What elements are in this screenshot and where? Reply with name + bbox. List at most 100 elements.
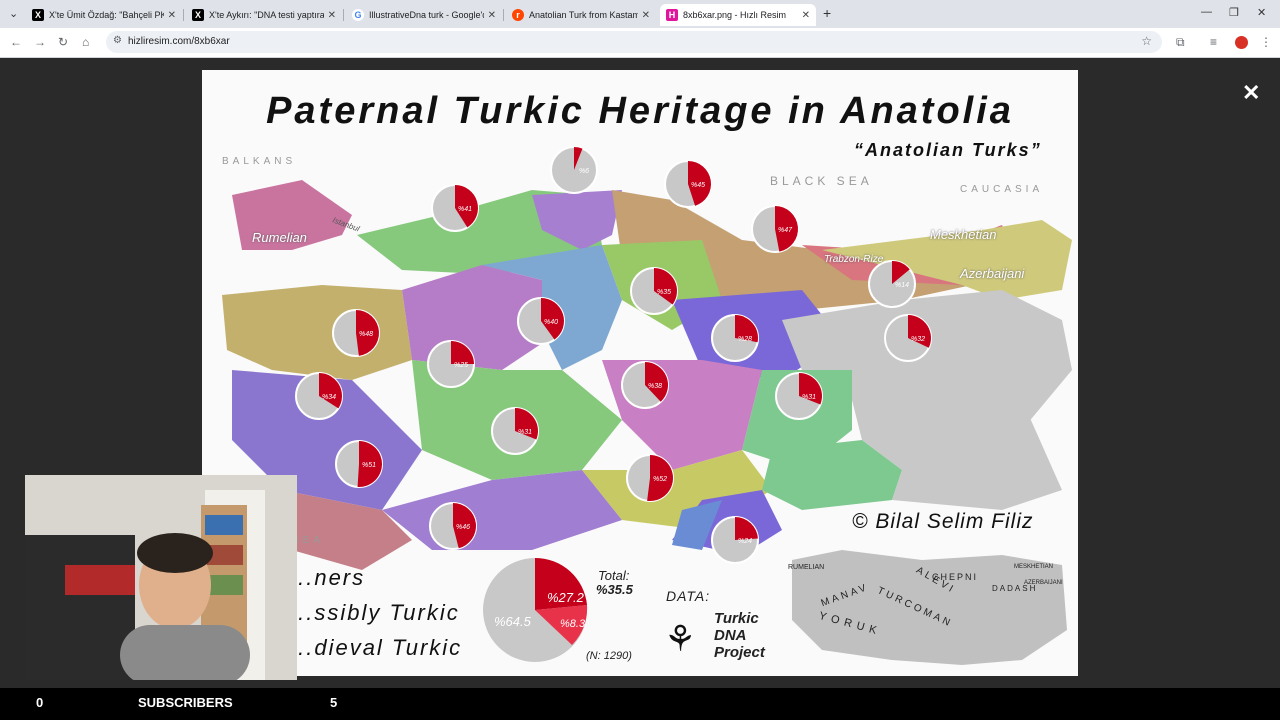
data-source-line-3: Project <box>714 644 765 661</box>
close-viewer-icon[interactable]: ✕ <box>1242 80 1260 106</box>
tab-title: X'te Ümit Özdağ: "Bahçeli PKK'yı <box>49 10 164 20</box>
pie-label: %47 <box>778 227 793 234</box>
forward-arrow-icon[interactable]: → <box>34 35 46 49</box>
region-pie: %52 <box>626 454 674 502</box>
close-tab-icon[interactable]: ✕ <box>488 10 496 21</box>
extensions-icon[interactable]: ⧉ <box>1176 35 1185 50</box>
restore-icon[interactable]: ❐ <box>1229 6 1239 19</box>
window-close-icon[interactable]: ✕ <box>1257 6 1266 19</box>
pie-label: %45 <box>691 182 705 189</box>
back-arrow-icon[interactable]: ← <box>10 35 22 49</box>
stream-footer: 0 SUBSCRIBERS 5 <box>0 688 1280 720</box>
tab-5-active[interactable]: H 8xb6xar.png - Hızlı Resim ✕ <box>660 4 816 26</box>
tab-1[interactable]: X X'te Ümit Özdağ: "Bahçeli PKK'yı ✕ <box>26 4 182 26</box>
pie-label: %40 <box>544 319 558 326</box>
menu-kebab-icon[interactable]: ⋮ <box>1260 35 1272 49</box>
tab-divider <box>343 9 344 21</box>
big-pie-value-a: %27.2 <box>547 590 584 605</box>
region-pie: %45 <box>664 160 712 208</box>
region-pie: %31 <box>775 372 823 420</box>
region-pie: %34 <box>295 372 343 420</box>
pie-label: %25 <box>454 362 468 369</box>
pie-label: %28 <box>738 336 752 343</box>
subscribers-label: SUBSCRIBERS <box>138 695 233 710</box>
reddit-logo-icon: r <box>512 9 524 21</box>
region-pie: %28 <box>711 314 759 362</box>
data-source-line-2: DNA <box>714 627 747 644</box>
legend-item-2: ...ssibly Turkic <box>290 600 460 625</box>
tab-2[interactable]: X X'te Aykırı: "DNA testi yaptıran ✕ <box>186 4 342 26</box>
inset-label-azerbaijani: AZERBAIJANI <box>1024 580 1063 586</box>
tab-title: IllustrativeDna turk - Google'da <box>369 10 484 20</box>
site-info-icon[interactable]: ⚙ <box>113 35 122 46</box>
copyright-label: © Bilal Selim Filiz <box>852 510 1034 533</box>
map-image: %6 %41 %45 %47 %14 %35 %40 %48 %25 %28 %32 %34 %38 %3… <box>202 70 1078 676</box>
pie-label: %46 <box>456 524 470 531</box>
region-pie: %51 <box>335 440 383 488</box>
pie-slice <box>735 517 758 540</box>
region-pie: %47 <box>751 205 799 253</box>
tab-4[interactable]: r Anatolian Turk from Kastamonu ✕ <box>506 4 656 26</box>
region-meskhetian: Meskhetian <box>930 227 997 242</box>
pie-label: %41 <box>458 206 472 213</box>
pie-label: %24 <box>738 538 752 545</box>
map-title: Paternal Turkic Heritage in Anatolia <box>266 90 1014 132</box>
inset-label-rumelian: RUMELIAN <box>788 564 825 571</box>
pie-slice <box>451 341 474 364</box>
region-pie: %46 <box>429 502 477 550</box>
pie-label: %32 <box>911 336 925 343</box>
pie-label: %35 <box>657 289 671 296</box>
legend-item-1: ...ners <box>290 565 366 590</box>
close-tab-icon[interactable]: ✕ <box>642 10 650 21</box>
total-value: %35.5 <box>596 582 633 597</box>
pie-label: %14 <box>895 282 909 289</box>
sea-label-caucasia: CAUCASIA <box>960 184 1044 195</box>
tab-divider <box>503 9 504 21</box>
x-logo-icon: X <box>32 9 44 21</box>
pie-label: %51 <box>362 462 376 469</box>
tab-3[interactable]: G IllustrativeDna turk - Google'da ✕ <box>346 4 502 26</box>
region-pie: %24 <box>711 516 759 564</box>
pie-label: %38 <box>648 383 662 390</box>
region-pie: %25 <box>427 340 475 388</box>
region-rumelian: Rumelian <box>252 230 307 245</box>
region-pie: %40 <box>517 297 565 345</box>
inset-label-chepni: CHEPNI <box>932 572 979 582</box>
region-trabzon-rize: Trabzon-Rize <box>824 254 884 265</box>
address-bar[interactable]: ⚙ hizliresim.com/8xb6xar ☆ <box>106 31 1162 53</box>
google-logo-icon: G <box>352 9 364 21</box>
region-pie: %31 <box>491 407 539 455</box>
home-icon[interactable]: ⌂ <box>82 35 89 49</box>
author-name: Bilal Selim Filiz <box>875 510 1034 533</box>
pie-label: %31 <box>802 394 816 401</box>
right-counter: 5 <box>330 695 338 710</box>
minimize-icon[interactable]: — <box>1201 6 1212 18</box>
region-pie: %35 <box>630 267 678 315</box>
data-source-line-1: Turkic <box>714 610 759 627</box>
reload-icon[interactable]: ↻ <box>58 35 68 49</box>
media-icon[interactable]: ≡ <box>1210 35 1217 49</box>
tab-divider <box>183 9 184 21</box>
left-counter: 0 <box>36 695 44 710</box>
sample-size: (N: 1290) <box>586 650 632 662</box>
hizliresim-logo-icon: H <box>666 9 678 21</box>
new-tab-plus-icon[interactable]: + <box>823 5 831 21</box>
big-pie-value-b: %8.3 <box>560 618 586 630</box>
map-subtitle: “Anatolian Turks” <box>854 140 1042 160</box>
tab-title: 8xb6xar.png - Hızlı Resim <box>683 10 787 20</box>
pie-label: %34 <box>322 394 336 401</box>
tab-title: Anatolian Turk from Kastamonu <box>529 10 638 20</box>
close-tab-icon[interactable]: ✕ <box>168 10 176 21</box>
region-azerbaijani: Azerbaijani <box>960 266 1025 281</box>
webcam-overlay <box>25 475 297 680</box>
x-logo-icon: X <box>192 9 204 21</box>
tab-search-icon[interactable]: ⌄ <box>9 7 18 20</box>
big-pie-value-c: %64.5 <box>494 614 531 629</box>
profile-avatar-icon[interactable] <box>1235 36 1248 49</box>
close-tab-icon[interactable]: ✕ <box>802 10 810 21</box>
tab-bar: ⌄ X X'te Ümit Özdağ: "Bahçeli PKK'yı ✕ X… <box>0 0 1280 28</box>
sea-label-balkans: BALKANS <box>222 156 297 167</box>
pie-label: %31 <box>518 429 532 436</box>
bookmark-star-icon[interactable]: ☆ <box>1141 34 1152 48</box>
close-tab-icon[interactable]: ✕ <box>328 10 336 21</box>
